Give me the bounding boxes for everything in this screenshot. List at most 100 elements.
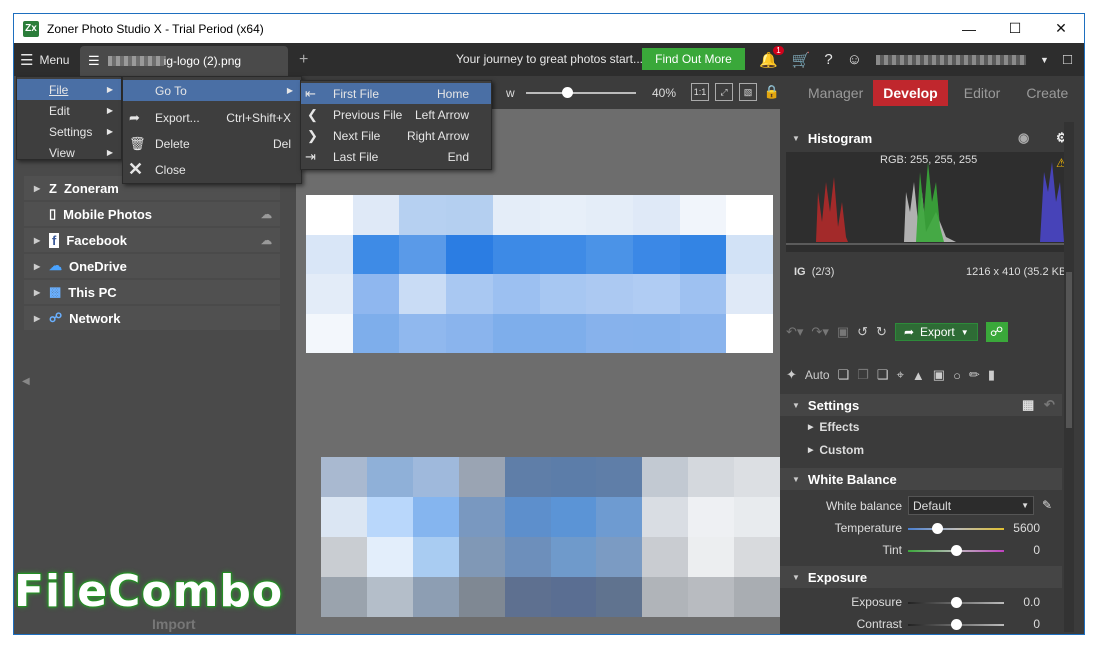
collapse-arrow-icon[interactable]: ▼ bbox=[792, 475, 800, 484]
expand-arrow-icon[interactable]: ▶ bbox=[34, 184, 42, 193]
nav-item-this-pc[interactable]: ▶ ▩ This PC bbox=[24, 280, 280, 304]
expand-arrow-icon[interactable]: ▶ bbox=[34, 314, 42, 323]
tab-manager[interactable]: Manager bbox=[798, 80, 873, 106]
eraser-icon[interactable]: ▮ bbox=[988, 367, 995, 383]
menu-item-delete[interactable]: 🗑 Delete Del bbox=[123, 133, 301, 154]
settings-header[interactable]: ▼ Settings ▦ ↶ bbox=[780, 394, 1062, 416]
magic-wand-icon[interactable]: ✦ bbox=[786, 367, 797, 383]
eyedropper-icon[interactable]: ✎ bbox=[1042, 498, 1052, 512]
image-icon[interactable]: ▣ bbox=[837, 324, 849, 340]
pixel-block bbox=[412, 497, 459, 537]
tab-develop[interactable]: Develop bbox=[873, 80, 948, 106]
rotate-left-icon[interactable]: ↺ bbox=[857, 324, 868, 340]
redo-icon[interactable]: ↷▾ bbox=[811, 324, 828, 340]
fit-to-screen-icon[interactable]: ⤢ bbox=[715, 83, 733, 101]
lock-icon[interactable]: 🔒 bbox=[763, 83, 781, 101]
menu-item-first-file[interactable]: ⇤ First File Home bbox=[301, 83, 491, 104]
contrast-row: Contrast 0 bbox=[780, 614, 1062, 634]
menu-item-export[interactable]: ➦ Export... Ctrl+Shift+X bbox=[123, 107, 301, 128]
expand-arrow-icon[interactable]: ▶ bbox=[34, 236, 42, 245]
contrast-value[interactable]: 0 bbox=[1033, 617, 1040, 631]
document-tab[interactable]: ☰ ig-logo (2).png bbox=[80, 46, 288, 76]
save-icon[interactable]: ▦ bbox=[1022, 397, 1034, 413]
tint-value[interactable]: 0 bbox=[1033, 543, 1040, 557]
minimize-button[interactable]: — bbox=[946, 14, 992, 43]
circle-icon[interactable]: ○ bbox=[953, 368, 961, 383]
exposure-value[interactable]: 0.0 bbox=[1023, 595, 1040, 609]
find-out-more-button[interactable]: Find Out More bbox=[642, 48, 745, 70]
panel-scrollbar-thumb[interactable] bbox=[1066, 272, 1072, 428]
cart-icon[interactable]: 🛒 bbox=[792, 51, 811, 69]
exposure-header[interactable]: ▼ Exposure bbox=[780, 566, 1062, 588]
menu-item-edit[interactable]: Edit ▶ bbox=[17, 100, 121, 121]
nav-item-facebook[interactable]: ▶ f Facebook ☁ bbox=[24, 228, 280, 252]
monitor-icon[interactable]: □ bbox=[1063, 51, 1072, 68]
contrast-knob[interactable] bbox=[951, 619, 962, 630]
duplicate-icon[interactable]: ❑ bbox=[877, 367, 889, 383]
camera-icon[interactable]: ◉ bbox=[1018, 130, 1029, 146]
nav-item-onedrive[interactable]: ▶ ☁ OneDrive bbox=[24, 254, 280, 278]
actual-size-icon[interactable]: 1:1 bbox=[691, 83, 709, 101]
white-balance-header[interactable]: ▼ White Balance bbox=[780, 468, 1062, 490]
chevron-down-icon[interactable]: ▼ bbox=[961, 328, 969, 337]
user-icon[interactable]: ☺ bbox=[847, 51, 862, 68]
menu-item-previous-file[interactable]: ❮ Previous File Left Arrow bbox=[301, 104, 491, 125]
white-balance-select[interactable]: Default ▼ bbox=[908, 496, 1034, 515]
chevron-down-icon[interactable]: ▼ bbox=[1040, 55, 1049, 65]
text-icon[interactable]: ▣ bbox=[933, 367, 945, 383]
redacted-account[interactable] bbox=[876, 54, 1027, 65]
share-button[interactable]: ☍ bbox=[985, 322, 1008, 342]
nav-item-mobile-photos[interactable]: ▯ Mobile Photos ☁ bbox=[24, 202, 280, 226]
exposure-knob[interactable] bbox=[951, 597, 962, 608]
histogram-header[interactable]: ▼ Histogram ◉ ⚙ bbox=[780, 127, 1068, 149]
import-label[interactable]: Import bbox=[152, 616, 196, 632]
menu-item-next-file[interactable]: ❯ Next File Right Arrow bbox=[301, 125, 491, 146]
menu-button[interactable]: ☰ Menu bbox=[14, 43, 76, 76]
notification-bell-icon[interactable]: 🔔 1 bbox=[759, 45, 784, 69]
export-button[interactable]: ➦ Export ▼ bbox=[894, 323, 978, 341]
effects-item[interactable]: ▶ Effects bbox=[808, 420, 859, 434]
crop-icon[interactable]: ⌖ bbox=[897, 367, 904, 383]
help-icon[interactable]: ? bbox=[824, 51, 832, 68]
temperature-value[interactable]: 5600 bbox=[1013, 521, 1040, 535]
collapse-left-icon[interactable]: ◀ bbox=[22, 376, 30, 387]
title-bar: Zx Zoner Photo Studio X - Trial Period (… bbox=[14, 14, 1084, 43]
temperature-knob[interactable] bbox=[932, 523, 943, 534]
menu-item-last-file[interactable]: ⇥ Last File End bbox=[301, 146, 491, 167]
custom-item[interactable]: ▶ Custom bbox=[808, 443, 864, 457]
menu-item-go-to[interactable]: Go To ▶ bbox=[123, 80, 301, 101]
undo-icon[interactable]: ↶▾ bbox=[786, 324, 803, 340]
view-label[interactable]: w bbox=[506, 86, 515, 100]
temperature-slider[interactable] bbox=[908, 528, 1004, 530]
image-canvas[interactable] bbox=[296, 109, 780, 634]
zoom-slider-track[interactable] bbox=[526, 92, 636, 94]
close-window-button[interactable]: ✕ bbox=[1038, 14, 1084, 43]
menu-item-file[interactable]: File ▶ bbox=[17, 79, 121, 100]
maximize-button[interactable]: ☐ bbox=[992, 14, 1038, 43]
auto-label[interactable]: Auto bbox=[805, 368, 830, 382]
rotate-right-icon[interactable]: ↻ bbox=[876, 324, 887, 340]
tint-knob[interactable] bbox=[951, 545, 962, 556]
menu-item-close[interactable]: ✕ Close bbox=[123, 159, 301, 180]
exposure-row: Exposure 0.0 bbox=[780, 592, 1062, 612]
nav-item-network[interactable]: ▶ ☍ Network bbox=[24, 306, 280, 330]
filmstrip-icon[interactable]: ▧ bbox=[739, 83, 757, 101]
tab-editor[interactable]: Editor bbox=[954, 80, 1011, 106]
menu-item-settings[interactable]: Settings ▶ bbox=[17, 121, 121, 142]
tab-create[interactable]: Create bbox=[1016, 80, 1078, 106]
phone-icon: ▯ bbox=[49, 206, 57, 221]
pixel-block bbox=[504, 577, 551, 617]
paste-icon[interactable]: ❐ bbox=[857, 367, 869, 383]
collapse-arrow-icon[interactable]: ▼ bbox=[792, 573, 800, 582]
add-tab-icon[interactable]: + bbox=[299, 51, 308, 69]
collapse-arrow-icon[interactable]: ▼ bbox=[792, 134, 800, 143]
brush-icon[interactable]: ✏ bbox=[969, 367, 980, 383]
zoom-slider-knob[interactable] bbox=[562, 87, 573, 98]
copy-icon[interactable]: ❏ bbox=[838, 367, 850, 383]
reset-icon[interactable]: ↶ bbox=[1044, 397, 1055, 413]
menu-item-view[interactable]: View ▶ bbox=[17, 142, 121, 163]
collapse-arrow-icon[interactable]: ▼ bbox=[792, 401, 800, 410]
perspective-icon[interactable]: ▲ bbox=[912, 368, 925, 383]
expand-arrow-icon[interactable]: ▶ bbox=[34, 262, 42, 271]
expand-arrow-icon[interactable]: ▶ bbox=[34, 288, 42, 297]
